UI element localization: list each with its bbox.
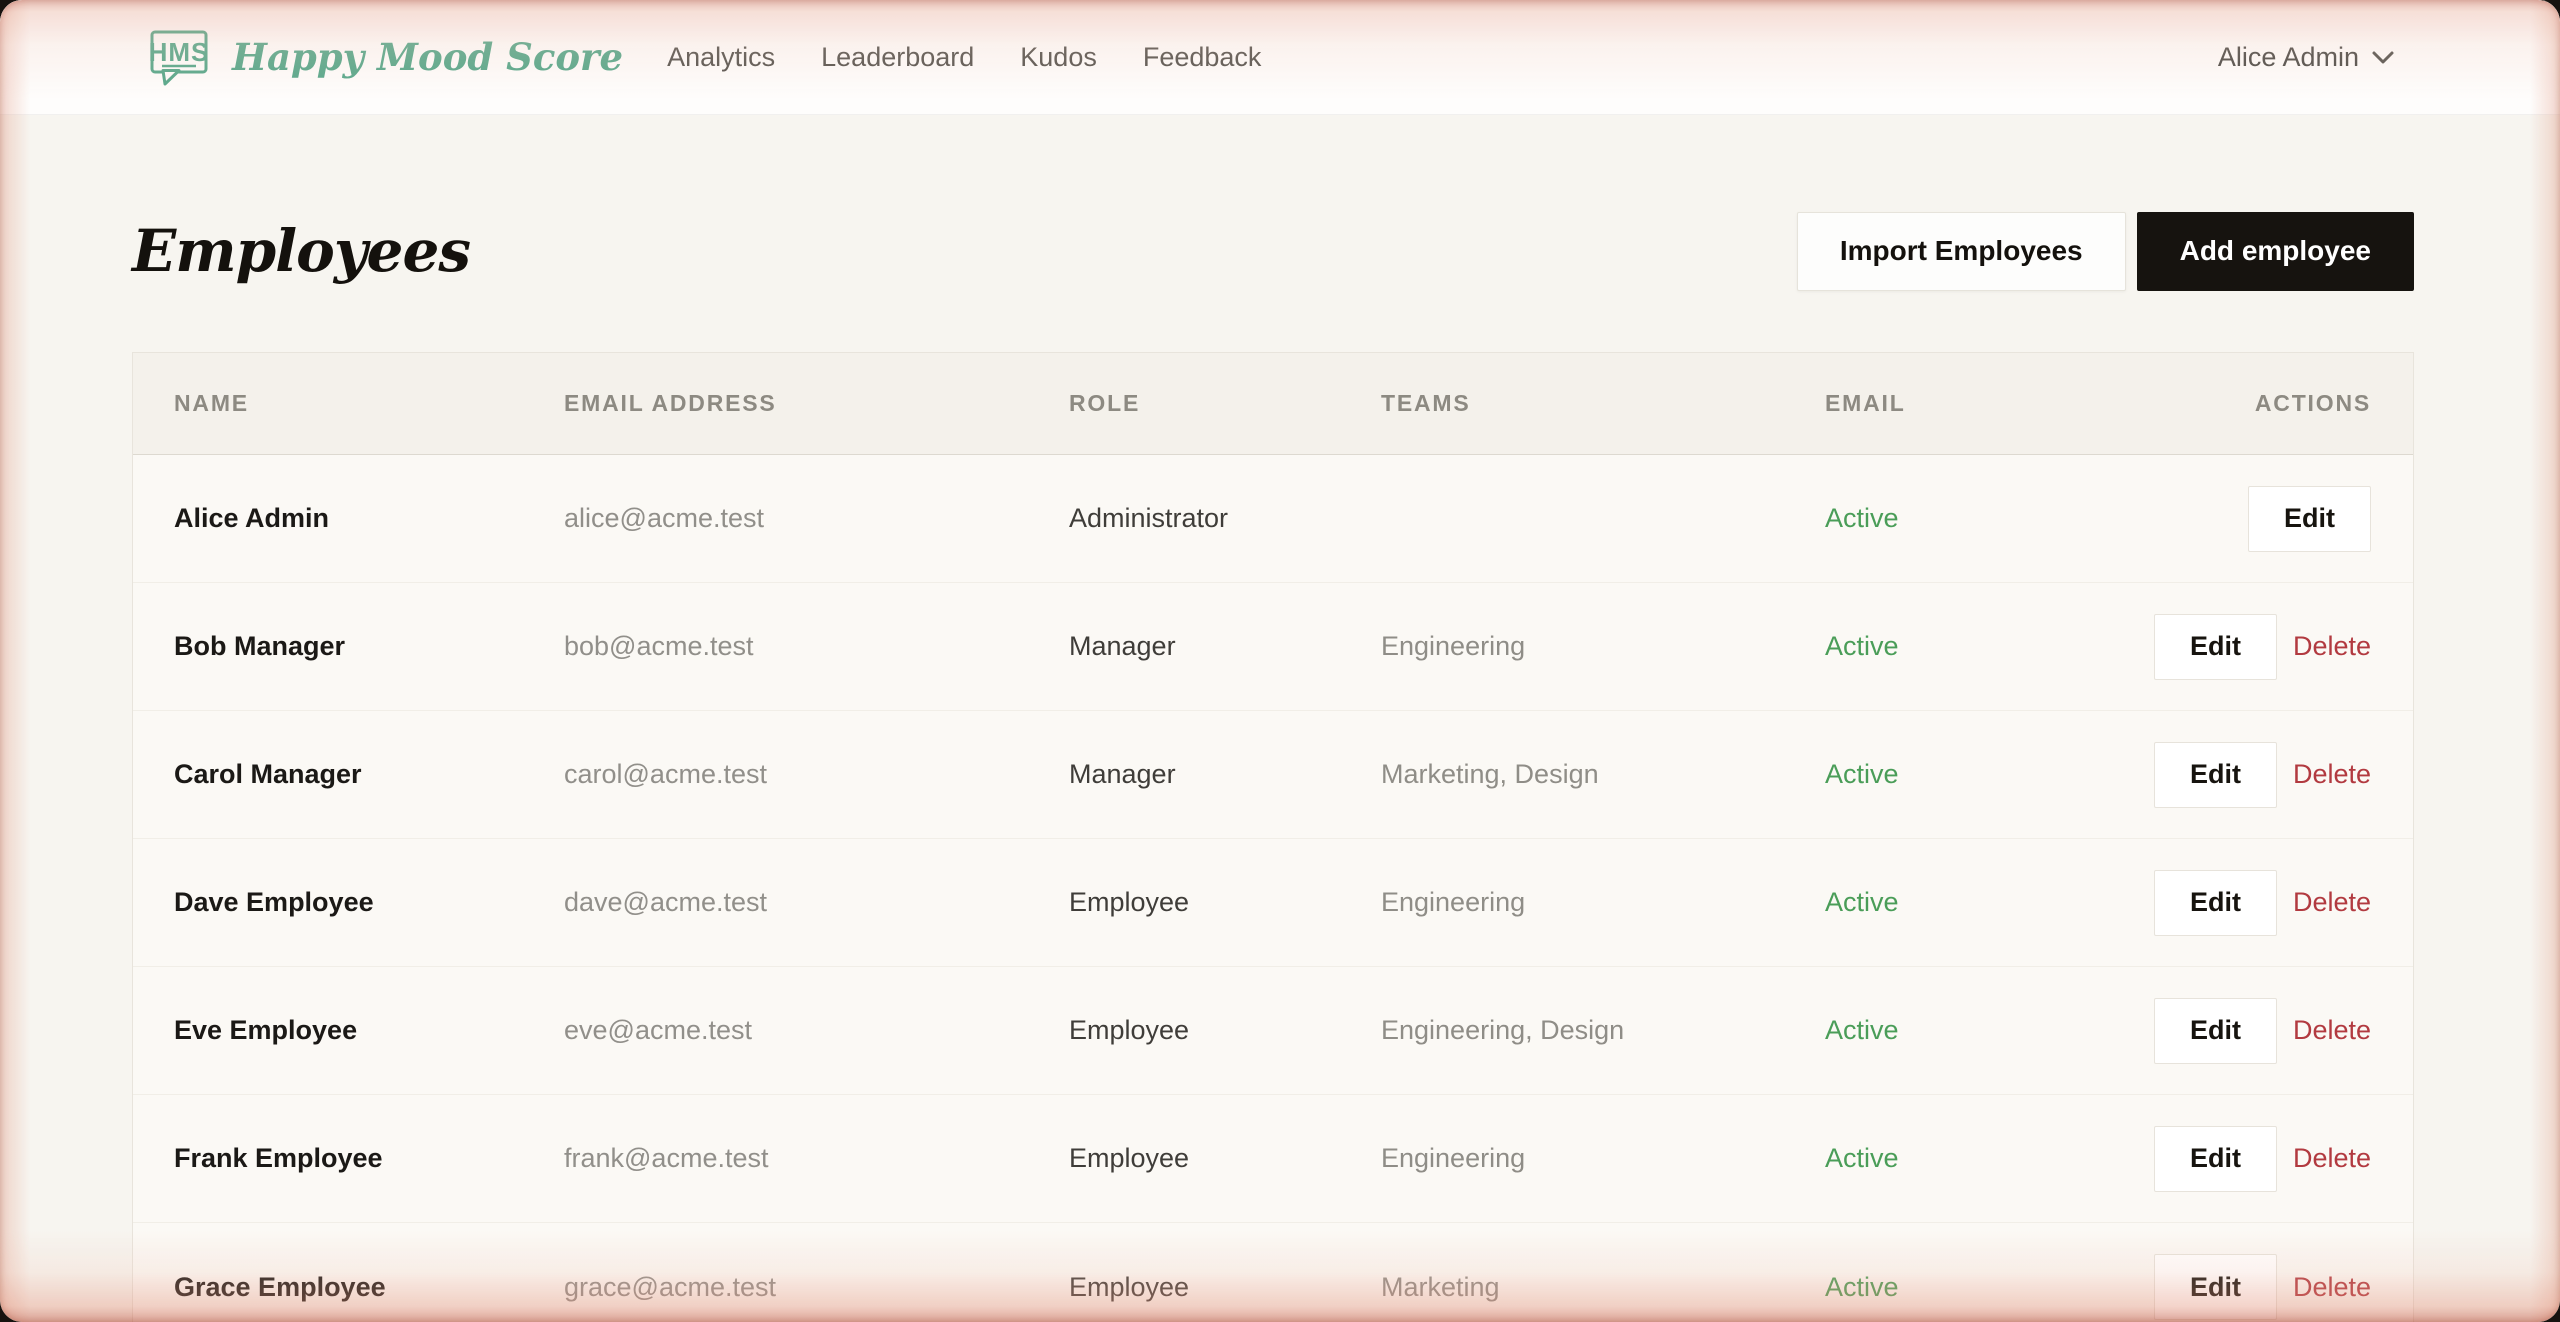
nav-feedback[interactable]: Feedback [1143, 42, 1262, 73]
employee-name: Carol Manager [174, 759, 362, 789]
employee-teams: Engineering, Design [1381, 1015, 1625, 1045]
delete-link[interactable]: Delete [2293, 887, 2371, 918]
row-actions: Edit [2248, 485, 2371, 552]
edit-button[interactable]: Edit [2153, 869, 2277, 936]
row-actions: Edit Delete [2153, 869, 2371, 936]
chevron-down-icon [2372, 51, 2394, 63]
table-header-row: NAME EMAIL ADDRESS ROLE TEAMS EMAIL ACTI… [133, 353, 2413, 455]
employee-teams: Marketing, Design [1381, 759, 1599, 789]
table-row: Dave Employee dave@acme.test Employee Engin… [133, 839, 2413, 967]
nav-analytics[interactable]: Analytics [667, 42, 775, 73]
employee-role: Employee [1069, 1015, 1190, 1045]
top-nav: HMS Happy Mood Score Analytics Leaderboa… [0, 0, 2560, 115]
employee-status: Active [1825, 759, 1899, 789]
edit-button[interactable]: Edit [2153, 613, 2277, 680]
edit-button[interactable]: Edit [2248, 485, 2371, 552]
delete-link[interactable]: Delete [2293, 759, 2371, 790]
edit-button[interactable]: Edit [2153, 741, 2277, 808]
employee-status: Active [1825, 503, 1899, 533]
column-header-teams: TEAMS [1381, 390, 1471, 416]
table-row: Eve Employee eve@acme.test Employee Enginee… [133, 967, 2413, 1095]
employee-email: alice@acme.test [564, 503, 764, 533]
employee-teams: Marketing [1381, 1271, 1500, 1302]
employee-name: Grace Employee [174, 1271, 386, 1302]
table-row: Bob Manager bob@acme.test Manager Engineeri… [133, 583, 2413, 711]
employee-teams: Engineering [1381, 631, 1526, 661]
app-window: HMS Happy Mood Score Analytics Leaderboa… [0, 0, 2560, 1322]
table-row: Alice Admin alice@acme.test Administrator A… [133, 455, 2413, 583]
table-row: Frank Employee frank@acme.test Employee Eng… [133, 1095, 2413, 1223]
row-actions: Edit Delete [2153, 741, 2371, 808]
row-actions: Edit Delete [2153, 613, 2371, 680]
delete-link[interactable]: Delete [2293, 631, 2371, 662]
user-menu[interactable]: Alice Admin [2218, 42, 2395, 73]
employee-name: Bob Manager [174, 631, 346, 661]
employee-role: Manager [1069, 631, 1176, 661]
employee-email: eve@acme.test [564, 1015, 752, 1045]
edit-button[interactable]: Edit [2153, 1125, 2277, 1192]
add-employee-button[interactable]: Add employee [2136, 211, 2414, 291]
main-nav: Analytics Leaderboard Kudos Feedback [667, 42, 1261, 73]
employee-name: Dave Employee [174, 887, 374, 917]
employee-name: Eve Employee [174, 1015, 358, 1045]
column-header-name: NAME [174, 390, 249, 416]
table-body: Alice Admin alice@acme.test Administrator A… [133, 455, 2413, 1322]
import-employees-button[interactable]: Import Employees [1796, 211, 2126, 291]
brand-name: Happy Mood Score [232, 35, 624, 79]
employee-status: Active [1825, 1143, 1899, 1173]
employee-role: Employee [1069, 1271, 1190, 1302]
employee-role: Employee [1069, 1143, 1190, 1173]
employee-email: dave@acme.test [564, 887, 768, 917]
hms-logo-text: HMS [150, 37, 208, 67]
brand-logo[interactable]: HMS Happy Mood Score [150, 28, 623, 86]
page-title: Employees [132, 217, 471, 285]
hms-speech-bubble-icon: HMS [150, 30, 208, 86]
employee-role: Employee [1069, 887, 1190, 917]
page-header: Employees Import Employees Add employee [132, 211, 2414, 291]
employee-email: bob@acme.test [564, 631, 754, 661]
employee-role: Administrator [1069, 503, 1229, 533]
edit-button[interactable]: Edit [2153, 997, 2277, 1064]
column-header-email: EMAIL [1825, 390, 1906, 416]
nav-kudos[interactable]: Kudos [1020, 42, 1097, 73]
table-row: Carol Manager carol@acme.test Manager Marke… [133, 711, 2413, 839]
employee-teams: Engineering [1381, 1143, 1526, 1173]
row-actions: Edit Delete [2153, 1254, 2371, 1320]
employee-teams: Engineering [1381, 887, 1526, 917]
delete-link[interactable]: Delete [2293, 1272, 2371, 1303]
employee-status: Active [1825, 1271, 1899, 1302]
nav-leaderboard[interactable]: Leaderboard [821, 42, 974, 73]
employee-email: carol@acme.test [564, 759, 767, 789]
employee-email: grace@acme.test [564, 1271, 776, 1302]
employee-status: Active [1825, 1015, 1899, 1045]
employee-name: Alice Admin [174, 503, 330, 533]
employees-page: Employees Import Employees Add employee … [0, 211, 2560, 1322]
employees-table: NAME EMAIL ADDRESS ROLE TEAMS EMAIL ACTI… [132, 352, 2414, 1322]
employee-name: Frank Employee [174, 1143, 383, 1173]
employee-status: Active [1825, 887, 1899, 917]
delete-link[interactable]: Delete [2293, 1015, 2371, 1046]
table-row: Grace Employee grace@acme.test Employee Mar… [133, 1223, 2413, 1322]
row-actions: Edit Delete [2153, 997, 2371, 1064]
page-actions: Import Employees Add employee [1796, 211, 2414, 291]
edit-button[interactable]: Edit [2153, 1254, 2277, 1320]
employee-email: frank@acme.test [564, 1143, 769, 1173]
column-header-email-address: EMAIL ADDRESS [564, 390, 777, 416]
employee-role: Manager [1069, 759, 1176, 789]
column-header-actions: ACTIONS [2254, 390, 2371, 416]
user-menu-label: Alice Admin [2217, 41, 2359, 72]
column-header-role: ROLE [1069, 390, 1141, 416]
employee-status: Active [1825, 631, 1899, 661]
delete-link[interactable]: Delete [2293, 1143, 2371, 1174]
row-actions: Edit Delete [2153, 1125, 2371, 1192]
